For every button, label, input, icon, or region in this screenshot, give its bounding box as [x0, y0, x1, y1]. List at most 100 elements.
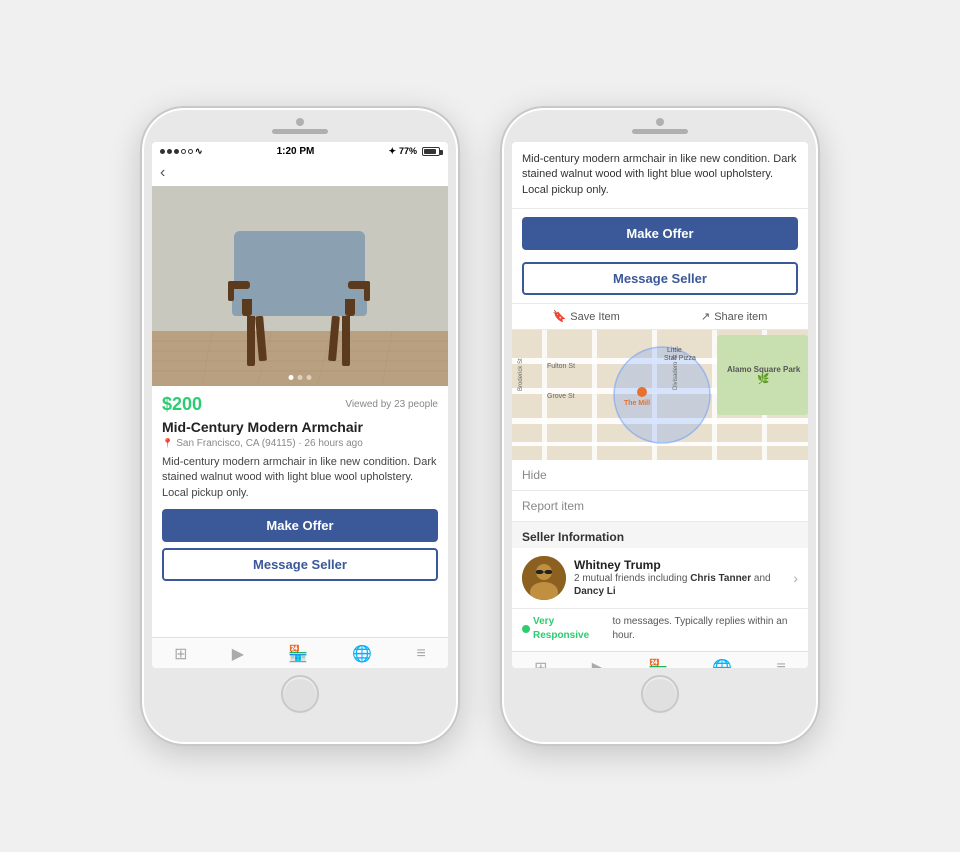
product-meta: 📍 San Francisco, CA (94115) · 26 hours a…	[162, 438, 438, 449]
screen-content-1: ‹	[152, 160, 448, 668]
tab-bar-2: ⊞ ▶ 🏪 🌐 ≡	[512, 651, 808, 668]
and-text: and	[754, 573, 771, 584]
tab-menu-2[interactable]: ≡	[777, 659, 786, 668]
tab-menu-1[interactable]: ≡	[417, 645, 426, 663]
dot-2	[298, 375, 303, 380]
share-label: Share item	[714, 311, 767, 323]
chair-svg	[152, 186, 448, 386]
screen-2: Mid-century modern armchair in like new …	[512, 142, 808, 668]
make-offer-button[interactable]: Make Offer	[162, 509, 438, 542]
green-badge: Very Responsive	[522, 615, 606, 643]
save-label: Save Item	[570, 311, 620, 323]
svg-text:The Mill: The Mill	[624, 400, 650, 407]
signal-dot-4	[181, 149, 186, 154]
viewed-count: Viewed by 23 people	[345, 399, 438, 410]
seller-info: Whitney Trump 2 mutual friends including…	[574, 558, 785, 598]
speaker-bar-2	[632, 129, 688, 134]
svg-text:Grove St: Grove St	[547, 393, 575, 400]
responsive-row: Very Responsive to messages. Typically r…	[512, 609, 808, 651]
product-info: $200 Viewed by 23 people Mid-Century Mod…	[152, 386, 448, 637]
price-row: $200 Viewed by 23 people	[162, 394, 438, 415]
tab-bar-1: ⊞ ▶ 🏪 🌐 ≡	[152, 637, 448, 668]
svg-text:Broderick St: Broderick St	[518, 358, 524, 391]
back-button[interactable]: ‹	[160, 164, 165, 182]
save-item-button[interactable]: 🔖 Save Item	[553, 310, 620, 323]
signal-area: ∿	[160, 146, 203, 157]
seller-row[interactable]: Whitney Trump 2 mutual friends including…	[512, 548, 808, 609]
svg-text:Little: Little	[667, 347, 682, 354]
nav-bar: ‹	[152, 160, 448, 186]
seller-avatar	[522, 556, 566, 600]
product-description: Mid-century modern armchair in like new …	[162, 455, 438, 501]
dot-3	[307, 375, 312, 380]
home-button-2[interactable]	[641, 675, 679, 713]
seller-mutual-friends: 2 mutual friends including Chris Tanner …	[574, 572, 785, 598]
map-container[interactable]: Fulton St Grove St Broderick St Divisade…	[512, 330, 808, 460]
tab-news-1[interactable]: ⊞	[174, 644, 187, 664]
signal-dot-5	[188, 149, 193, 154]
svg-text:Star Pizza: Star Pizza	[664, 355, 696, 362]
friend2-name: Dancy Li	[574, 586, 616, 597]
dot-1	[289, 375, 294, 380]
map-svg: Fulton St Grove St Broderick St Divisade…	[512, 330, 808, 460]
phone-1: ∿ 1:20 PM ✦ 77% ‹	[140, 106, 460, 746]
tab-video-2[interactable]: ▶	[592, 658, 604, 668]
report-row[interactable]: Report item	[512, 491, 808, 522]
svg-text:🌿: 🌿	[757, 372, 769, 385]
price: $200	[162, 394, 202, 415]
product-location: San Francisco, CA (94115) · 26 hours ago	[176, 438, 363, 449]
message-seller-button-2[interactable]: Message Seller	[522, 262, 798, 295]
hide-row[interactable]: Hide	[512, 460, 808, 491]
tab-news-2[interactable]: ⊞	[534, 658, 547, 668]
friend1-name: Chris Tanner	[690, 573, 751, 584]
very-responsive-label: Very Responsive	[533, 615, 606, 643]
image-dots	[289, 375, 312, 380]
phone-2: Mid-century modern armchair in like new …	[500, 106, 820, 746]
home-button-1[interactable]	[281, 675, 319, 713]
signal-dot-2	[167, 149, 172, 154]
chevron-right-icon: ›	[793, 570, 798, 586]
tab-marketplace-2[interactable]: 🏪	[648, 658, 668, 668]
share-item-button[interactable]: ↗ Share item	[701, 310, 767, 323]
message-seller-button[interactable]: Message Seller	[162, 548, 438, 581]
bluetooth-icon: ✦	[388, 146, 396, 157]
pin-icon: 📍	[162, 438, 173, 449]
svg-text:Fulton St: Fulton St	[547, 363, 575, 370]
battery-area-1: ✦ 77%	[388, 146, 440, 157]
phone-top-2	[514, 118, 806, 138]
tab-globe-2[interactable]: 🌐	[712, 658, 732, 668]
speaker-bar	[272, 129, 328, 134]
signal-dot-3	[174, 149, 179, 154]
battery-percent-1: 77%	[399, 146, 417, 156]
screen-1: ∿ 1:20 PM ✦ 77% ‹	[152, 142, 448, 668]
camera-dot	[296, 118, 304, 126]
signal-dot-1	[160, 149, 165, 154]
seller-name: Whitney Trump	[574, 558, 785, 572]
avatar-svg	[522, 556, 566, 600]
seller-header: Seller Information	[512, 522, 808, 548]
time-display-1: 1:20 PM	[277, 146, 315, 157]
tab-globe-1[interactable]: 🌐	[352, 644, 372, 664]
battery-fill-1	[424, 149, 436, 154]
product-title: Mid-Century Modern Armchair	[162, 419, 438, 435]
tab-video-1[interactable]: ▶	[232, 644, 244, 664]
phone-bottom-1	[281, 668, 319, 720]
mutual-friends-text: 2 mutual friends including	[574, 573, 687, 584]
svg-text:Alamo Square Park: Alamo Square Park	[727, 365, 801, 374]
make-offer-button-2[interactable]: Make Offer	[522, 217, 798, 250]
camera-dot-2	[656, 118, 664, 126]
green-dot-icon	[522, 625, 530, 633]
status-bar-1: ∿ 1:20 PM ✦ 77%	[152, 142, 448, 160]
description-box: Mid-century modern armchair in like new …	[512, 142, 808, 209]
phone-top-1	[154, 118, 446, 138]
product-image	[152, 186, 448, 386]
wifi-icon: ∿	[195, 146, 203, 157]
save-share-row: 🔖 Save Item ↗ Share item	[512, 304, 808, 330]
seller-section: Seller Information	[512, 522, 808, 651]
phone2-content: Mid-century modern armchair in like new …	[512, 142, 808, 668]
battery-icon-1	[422, 147, 440, 156]
tab-marketplace-1[interactable]: 🏪	[288, 644, 308, 664]
responsive-suffix: to messages. Typically replies within an…	[612, 615, 798, 643]
bookmark-icon: 🔖	[553, 310, 567, 323]
share-icon: ↗	[701, 310, 710, 323]
